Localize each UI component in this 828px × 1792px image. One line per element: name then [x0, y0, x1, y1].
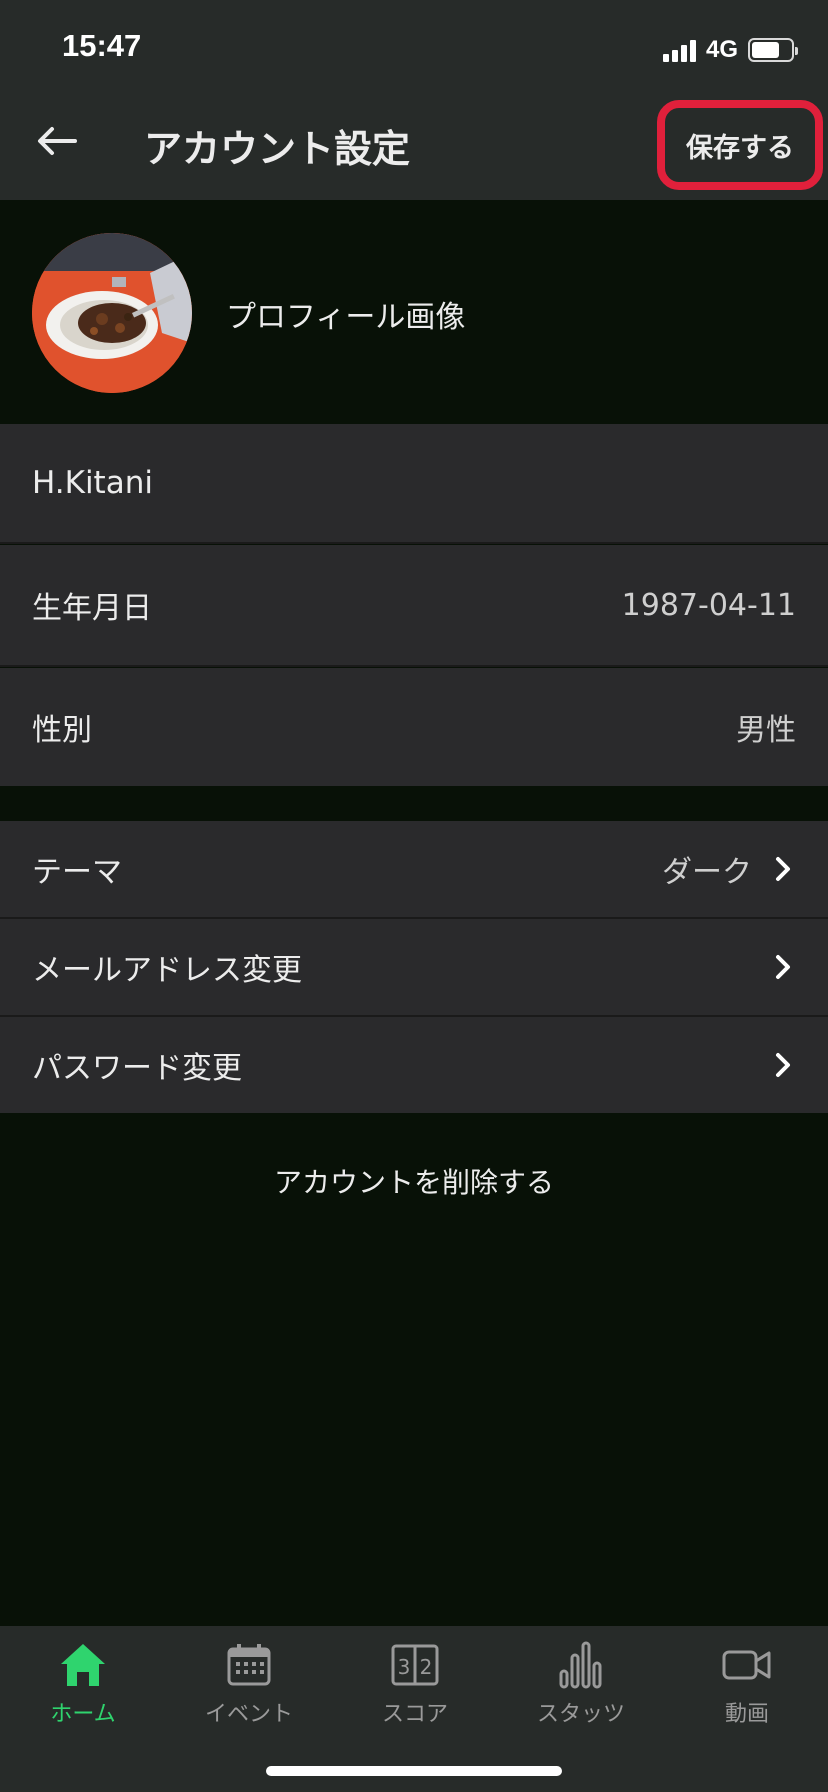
tab-label: 動画 [724, 1702, 769, 1727]
network-type: 4G [705, 36, 738, 63]
svg-text:2: 2 [420, 1655, 433, 1679]
email-change-label: メールアドレス変更 [32, 953, 302, 988]
svg-text:3: 3 [398, 1655, 411, 1679]
tab-video[interactable]: 動画 [664, 1640, 828, 1740]
page-title: アカウント設定 [144, 127, 411, 171]
tab-label: スコア [381, 1702, 448, 1727]
save-button-highlight: 保存する [657, 100, 823, 190]
scoreboard-icon: 3 2 [385, 1640, 445, 1690]
chevron-right-icon [770, 856, 796, 882]
name-value[interactable]: H.Kitani [32, 465, 153, 501]
arrow-left-icon [38, 127, 77, 155]
calendar-icon [219, 1640, 279, 1690]
gender-label: 性別 [32, 713, 92, 748]
avatar-photo [32, 233, 192, 393]
tab-label: イベント [204, 1702, 293, 1727]
bar-chart-icon [551, 1640, 611, 1690]
chevron-right-icon [770, 1052, 796, 1078]
email-change-row[interactable]: メールアドレス変更 [0, 919, 828, 1015]
birthday-row[interactable]: 生年月日 1987-04-11 [0, 545, 828, 665]
birthday-value[interactable]: 1987-04-11 [622, 588, 796, 623]
status-indicators: 4G [662, 36, 798, 64]
tab-home[interactable]: ホーム [0, 1640, 166, 1740]
home-icon [53, 1640, 113, 1690]
save-button[interactable]: 保存する [686, 126, 794, 165]
home-indicator[interactable] [266, 1766, 562, 1776]
tab-score[interactable]: 3 2 スコア [332, 1640, 498, 1740]
signal-icon [662, 38, 696, 62]
avatar[interactable] [32, 233, 192, 393]
battery-icon [748, 38, 798, 62]
chevron-right-icon [770, 954, 796, 980]
theme-value: ダーク [662, 855, 752, 890]
divider [0, 665, 828, 667]
status-time: 15:47 [62, 28, 142, 63]
tab-label: ホーム [50, 1702, 116, 1727]
tab-stats[interactable]: スタッツ [498, 1640, 664, 1740]
theme-label: テーマ [32, 855, 122, 890]
password-change-label: パスワード変更 [32, 1051, 242, 1086]
tab-label: スタッツ [536, 1702, 625, 1727]
delete-account-button[interactable]: アカウントを削除する [0, 1160, 828, 1202]
password-change-row[interactable]: パスワード変更 [0, 1017, 828, 1113]
tab-events[interactable]: イベント [166, 1640, 332, 1740]
birthday-label: 生年月日 [32, 591, 152, 626]
divider [0, 542, 828, 544]
theme-row[interactable]: テーマ ダーク [0, 821, 828, 917]
gender-value[interactable]: 男性 [736, 705, 796, 749]
top-bar: 15:47 4G アカウント設定 保存する [0, 0, 828, 200]
profile-image-section[interactable]: プロフィール画像 [0, 200, 828, 422]
video-camera-icon [717, 1640, 777, 1690]
name-field[interactable]: H.Kitani [0, 424, 828, 542]
profile-image-label: プロフィール画像 [226, 300, 466, 335]
gender-row[interactable]: 性別 男性 [0, 668, 828, 786]
back-button[interactable] [34, 118, 80, 164]
